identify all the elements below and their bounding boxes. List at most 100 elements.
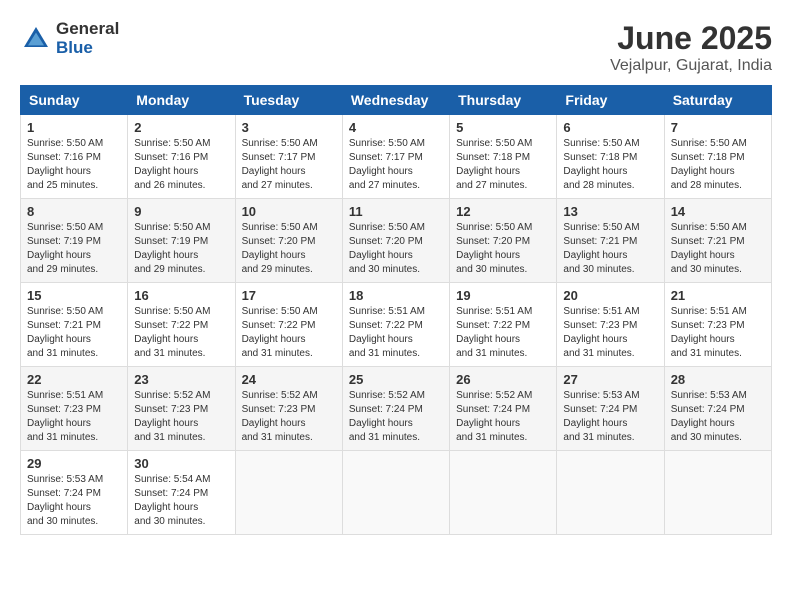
day-number: 21 xyxy=(671,288,765,303)
day-number: 20 xyxy=(563,288,657,303)
day-info: Sunrise: 5:52 AM Sunset: 7:23 PM Dayligh… xyxy=(242,389,336,445)
day-number: 14 xyxy=(671,204,765,219)
col-wednesday: Wednesday xyxy=(342,86,449,115)
day-info: Sunrise: 5:50 AM Sunset: 7:21 PM Dayligh… xyxy=(671,221,765,277)
day-number: 16 xyxy=(134,288,228,303)
day-number: 10 xyxy=(242,204,336,219)
day-info: Sunrise: 5:54 AM Sunset: 7:24 PM Dayligh… xyxy=(134,473,228,529)
table-row: 28 Sunrise: 5:53 AM Sunset: 7:24 PM Dayl… xyxy=(664,367,771,451)
table-row: 21 Sunrise: 5:51 AM Sunset: 7:23 PM Dayl… xyxy=(664,283,771,367)
col-friday: Friday xyxy=(557,86,664,115)
table-row: 24 Sunrise: 5:52 AM Sunset: 7:23 PM Dayl… xyxy=(235,367,342,451)
table-row: 22 Sunrise: 5:51 AM Sunset: 7:23 PM Dayl… xyxy=(21,367,128,451)
page-header: General Blue June 2025 Vejalpur, Gujarat… xyxy=(20,20,772,75)
day-number: 3 xyxy=(242,120,336,135)
day-info: Sunrise: 5:50 AM Sunset: 7:18 PM Dayligh… xyxy=(456,137,550,193)
day-number: 15 xyxy=(27,288,121,303)
day-number: 7 xyxy=(671,120,765,135)
table-row: 1 Sunrise: 5:50 AM Sunset: 7:16 PM Dayli… xyxy=(21,115,128,199)
col-saturday: Saturday xyxy=(664,86,771,115)
day-number: 29 xyxy=(27,456,121,471)
day-info: Sunrise: 5:53 AM Sunset: 7:24 PM Dayligh… xyxy=(671,389,765,445)
logo: General Blue xyxy=(20,20,119,57)
calendar-table: Sunday Monday Tuesday Wednesday Thursday… xyxy=(20,85,772,535)
day-number: 22 xyxy=(27,372,121,387)
table-row: 10 Sunrise: 5:50 AM Sunset: 7:20 PM Dayl… xyxy=(235,199,342,283)
table-row: 3 Sunrise: 5:50 AM Sunset: 7:17 PM Dayli… xyxy=(235,115,342,199)
table-row xyxy=(664,451,771,535)
table-row: 19 Sunrise: 5:51 AM Sunset: 7:22 PM Dayl… xyxy=(450,283,557,367)
day-number: 2 xyxy=(134,120,228,135)
table-row: 17 Sunrise: 5:50 AM Sunset: 7:22 PM Dayl… xyxy=(235,283,342,367)
col-tuesday: Tuesday xyxy=(235,86,342,115)
table-row: 6 Sunrise: 5:50 AM Sunset: 7:18 PM Dayli… xyxy=(557,115,664,199)
table-row: 5 Sunrise: 5:50 AM Sunset: 7:18 PM Dayli… xyxy=(450,115,557,199)
table-row xyxy=(450,451,557,535)
table-row: 20 Sunrise: 5:51 AM Sunset: 7:23 PM Dayl… xyxy=(557,283,664,367)
table-row: 16 Sunrise: 5:50 AM Sunset: 7:22 PM Dayl… xyxy=(128,283,235,367)
col-sunday: Sunday xyxy=(21,86,128,115)
day-number: 5 xyxy=(456,120,550,135)
day-info: Sunrise: 5:50 AM Sunset: 7:20 PM Dayligh… xyxy=(349,221,443,277)
day-info: Sunrise: 5:50 AM Sunset: 7:22 PM Dayligh… xyxy=(134,305,228,361)
table-row: 4 Sunrise: 5:50 AM Sunset: 7:17 PM Dayli… xyxy=(342,115,449,199)
day-info: Sunrise: 5:50 AM Sunset: 7:19 PM Dayligh… xyxy=(27,221,121,277)
table-row: 7 Sunrise: 5:50 AM Sunset: 7:18 PM Dayli… xyxy=(664,115,771,199)
day-info: Sunrise: 5:50 AM Sunset: 7:16 PM Dayligh… xyxy=(27,137,121,193)
day-number: 23 xyxy=(134,372,228,387)
day-number: 25 xyxy=(349,372,443,387)
title-area: June 2025 Vejalpur, Gujarat, India xyxy=(610,20,772,75)
logo-text: General Blue xyxy=(56,20,119,57)
month-title: June 2025 xyxy=(610,20,772,57)
table-row xyxy=(557,451,664,535)
col-monday: Monday xyxy=(128,86,235,115)
day-info: Sunrise: 5:50 AM Sunset: 7:22 PM Dayligh… xyxy=(242,305,336,361)
day-info: Sunrise: 5:51 AM Sunset: 7:23 PM Dayligh… xyxy=(671,305,765,361)
day-info: Sunrise: 5:50 AM Sunset: 7:20 PM Dayligh… xyxy=(242,221,336,277)
day-number: 6 xyxy=(563,120,657,135)
day-number: 13 xyxy=(563,204,657,219)
day-number: 28 xyxy=(671,372,765,387)
table-row: 23 Sunrise: 5:52 AM Sunset: 7:23 PM Dayl… xyxy=(128,367,235,451)
day-info: Sunrise: 5:50 AM Sunset: 7:17 PM Dayligh… xyxy=(349,137,443,193)
day-info: Sunrise: 5:52 AM Sunset: 7:23 PM Dayligh… xyxy=(134,389,228,445)
calendar-header-row: Sunday Monday Tuesday Wednesday Thursday… xyxy=(21,86,772,115)
day-number: 18 xyxy=(349,288,443,303)
day-info: Sunrise: 5:51 AM Sunset: 7:23 PM Dayligh… xyxy=(27,389,121,445)
day-info: Sunrise: 5:50 AM Sunset: 7:18 PM Dayligh… xyxy=(671,137,765,193)
day-info: Sunrise: 5:50 AM Sunset: 7:20 PM Dayligh… xyxy=(456,221,550,277)
day-info: Sunrise: 5:50 AM Sunset: 7:18 PM Dayligh… xyxy=(563,137,657,193)
table-row: 8 Sunrise: 5:50 AM Sunset: 7:19 PM Dayli… xyxy=(21,199,128,283)
day-info: Sunrise: 5:50 AM Sunset: 7:19 PM Dayligh… xyxy=(134,221,228,277)
table-row xyxy=(342,451,449,535)
day-info: Sunrise: 5:50 AM Sunset: 7:21 PM Dayligh… xyxy=(563,221,657,277)
table-row: 29 Sunrise: 5:53 AM Sunset: 7:24 PM Dayl… xyxy=(21,451,128,535)
table-row: 9 Sunrise: 5:50 AM Sunset: 7:19 PM Dayli… xyxy=(128,199,235,283)
table-row: 18 Sunrise: 5:51 AM Sunset: 7:22 PM Dayl… xyxy=(342,283,449,367)
day-info: Sunrise: 5:53 AM Sunset: 7:24 PM Dayligh… xyxy=(563,389,657,445)
day-number: 12 xyxy=(456,204,550,219)
day-number: 19 xyxy=(456,288,550,303)
col-thursday: Thursday xyxy=(450,86,557,115)
day-info: Sunrise: 5:51 AM Sunset: 7:23 PM Dayligh… xyxy=(563,305,657,361)
day-info: Sunrise: 5:52 AM Sunset: 7:24 PM Dayligh… xyxy=(456,389,550,445)
table-row: 26 Sunrise: 5:52 AM Sunset: 7:24 PM Dayl… xyxy=(450,367,557,451)
day-number: 17 xyxy=(242,288,336,303)
logo-icon xyxy=(20,23,52,55)
day-number: 1 xyxy=(27,120,121,135)
logo-blue: Blue xyxy=(56,39,119,58)
table-row: 27 Sunrise: 5:53 AM Sunset: 7:24 PM Dayl… xyxy=(557,367,664,451)
day-number: 8 xyxy=(27,204,121,219)
day-info: Sunrise: 5:50 AM Sunset: 7:17 PM Dayligh… xyxy=(242,137,336,193)
day-info: Sunrise: 5:51 AM Sunset: 7:22 PM Dayligh… xyxy=(456,305,550,361)
day-info: Sunrise: 5:51 AM Sunset: 7:22 PM Dayligh… xyxy=(349,305,443,361)
day-info: Sunrise: 5:53 AM Sunset: 7:24 PM Dayligh… xyxy=(27,473,121,529)
location-title: Vejalpur, Gujarat, India xyxy=(610,57,772,75)
table-row: 2 Sunrise: 5:50 AM Sunset: 7:16 PM Dayli… xyxy=(128,115,235,199)
table-row: 11 Sunrise: 5:50 AM Sunset: 7:20 PM Dayl… xyxy=(342,199,449,283)
day-number: 27 xyxy=(563,372,657,387)
day-number: 9 xyxy=(134,204,228,219)
day-info: Sunrise: 5:52 AM Sunset: 7:24 PM Dayligh… xyxy=(349,389,443,445)
day-number: 30 xyxy=(134,456,228,471)
logo-general: General xyxy=(56,20,119,39)
